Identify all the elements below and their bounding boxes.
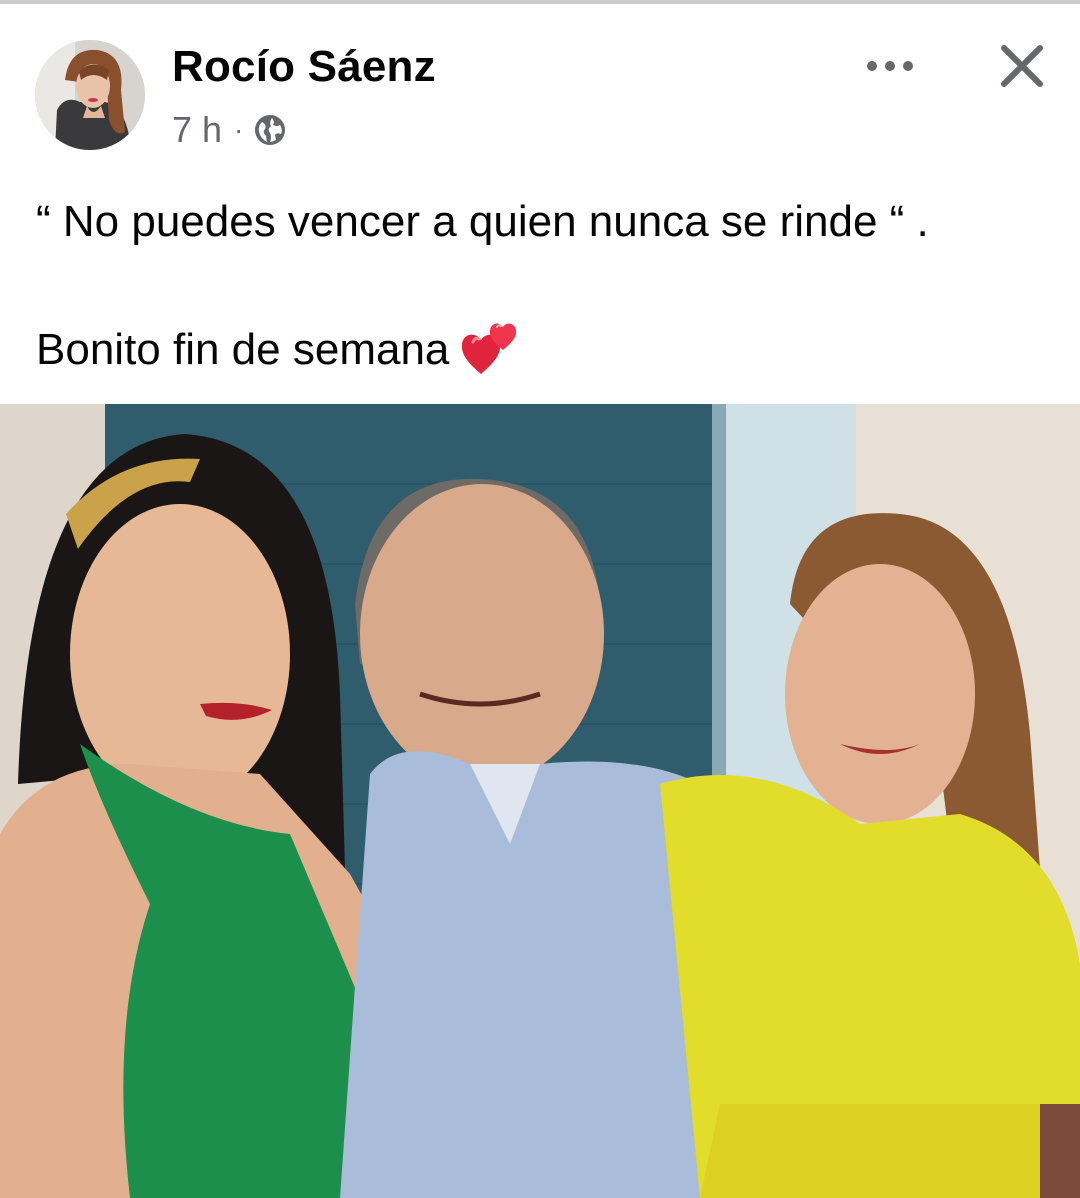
close-icon: [1001, 45, 1043, 87]
post-photo[interactable]: [0, 404, 1080, 1198]
post-header: Rocío Sáenz 7 h ·: [0, 4, 1080, 164]
post-timestamp[interactable]: 7 h: [172, 109, 222, 151]
close-button[interactable]: [990, 34, 1054, 98]
post-text-line-1: “ No puedes vencer a quien nunca se rind…: [36, 197, 929, 246]
more-options-button[interactable]: [856, 40, 924, 92]
two-hearts-emoji: [459, 316, 521, 378]
more-horizontal-icon: [867, 61, 913, 71]
author-name[interactable]: Rocío Sáenz: [172, 42, 436, 92]
post-meta: 7 h ·: [172, 107, 287, 153]
globe-icon: [253, 113, 287, 147]
meta-separator: ·: [234, 114, 244, 145]
post-text-line-2: Bonito fin de semana: [36, 325, 450, 374]
author-avatar[interactable]: [35, 40, 145, 150]
post-message: “ No puedes vencer a quien nunca se rind…: [36, 190, 1046, 382]
post-text-line-2-wrap: Bonito fin de semana: [36, 316, 1046, 382]
